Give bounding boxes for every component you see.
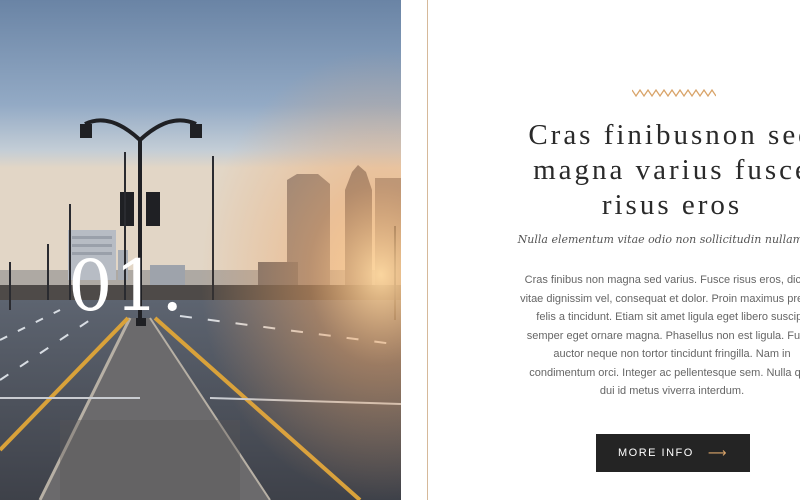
title-line: Cras finibusnon sed — [528, 119, 800, 151]
description-line: felis a tincidunt. Etiam sit amet ligula… — [536, 311, 800, 323]
content-panel: Cras finibusnon sed magna varius fusce r… — [428, 0, 800, 500]
description-line: auctor neque non tortor tincidunt fringi… — [553, 348, 791, 360]
vertical-divider — [427, 0, 428, 500]
city-street-photo: 01. — [0, 0, 401, 500]
slide-title: Cras finibusnon sed magna varius fusce r… — [484, 118, 800, 223]
zigzag-ornament-icon — [632, 88, 716, 98]
title-line: risus eros — [601, 189, 743, 221]
description-line: vitae dignissim vel, consequat et dolor.… — [520, 292, 800, 305]
description-line: semper eget ornare magna. Phasellus non … — [526, 329, 800, 342]
panel-gap — [401, 0, 427, 500]
slide-description: Cras finibus non magna sed varius. Fusce… — [484, 271, 800, 401]
description-line: dui id metus viverra interdum. — [599, 385, 745, 397]
arrow-right-icon: ⟶ — [707, 445, 728, 461]
more-info-button[interactable]: MORE INFO ⟶ — [596, 434, 750, 472]
slider-section: 01. Cras finibusnon sed magna varius fus… — [0, 0, 800, 500]
more-info-label: MORE INFO — [618, 447, 694, 459]
description-line: condimentum orci. Integer ac pellentesqu… — [529, 366, 800, 379]
description-line: Cras finibus non magna sed varius. Fusce… — [524, 274, 800, 286]
slide-number: 01. — [68, 245, 186, 327]
title-line: magna varius fusce — [533, 154, 800, 186]
slide-subtitle: Nulla elementum vitae odio non sollicitu… — [517, 233, 800, 246]
